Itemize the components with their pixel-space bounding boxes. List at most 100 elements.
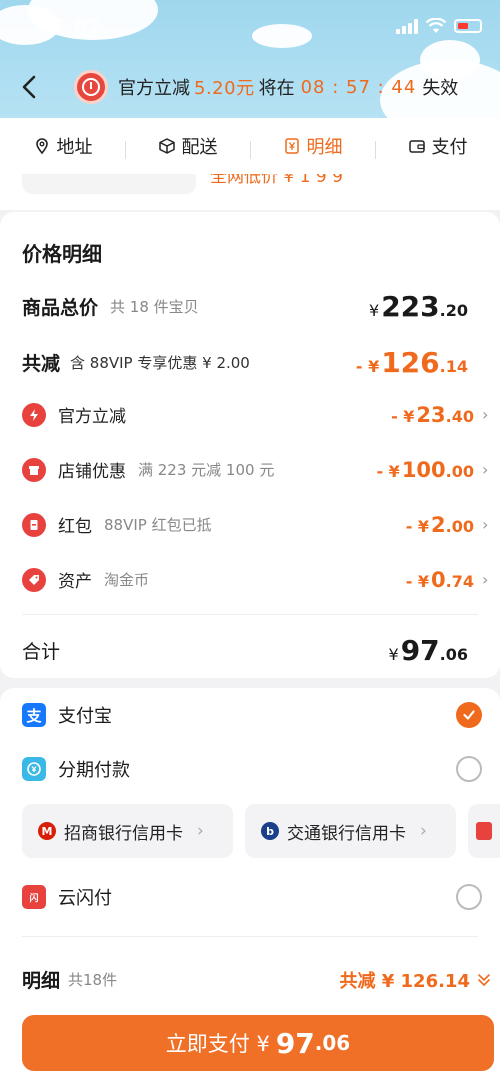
discount-item-shop[interactable]: 店铺优惠 满 223 元减 100 元 - ¥ 100 .00 › (22, 457, 492, 482)
promo-countdown-bar: 官方立减 5.20元 将在 08 : 57 : 44 失效 (74, 70, 458, 104)
chevron-right-icon: › (482, 570, 489, 589)
summary-discount-text: 共减 ¥ 126.14 (339, 970, 470, 992)
double-chevron-down-icon (478, 973, 490, 986)
payment-method-installment[interactable]: 分期付款 (22, 756, 482, 782)
header: 15:02 官方立减 5.20元 将在 08 : 57 : 44 失效 (0, 0, 500, 118)
discount-item-official[interactable]: 官方立减 - ¥ 23 .40 › (22, 402, 492, 427)
tab-details[interactable]: 明细 (250, 133, 375, 159)
currency-prefix: - ¥ (405, 571, 430, 591)
lightning-icon (22, 402, 46, 427)
summary-title: 明细 (22, 970, 61, 992)
value-decimal: .14 (439, 357, 468, 376)
discount-value: - ¥ 0 .74 (406, 568, 474, 592)
selected-check-icon[interactable] (456, 702, 482, 728)
discount-value: - ¥ 2 .00 (406, 513, 474, 537)
discount-label: 红包 (58, 517, 92, 537)
payment-method-quickpass[interactable]: 闪 云闪付 (22, 884, 482, 910)
bank-card-bocom[interactable]: b 交通银行信用卡 › (245, 804, 456, 858)
chevron-right-icon: › (420, 821, 427, 841)
yen-receipt-icon (284, 138, 299, 154)
bank-card-cmb[interactable]: M 招商银行信用卡 › (22, 804, 233, 858)
total-discount-note: 含 88VIP 专享优惠 ¥ 2.00 (70, 354, 250, 372)
promo-middle-text: 将在 (258, 78, 295, 99)
order-summary-bar[interactable]: 明细 共18件 共减 ¥ 126.14 (22, 966, 492, 993)
promo-countdown: 08 : 57 : 44 (300, 76, 417, 98)
red-packet-icon (22, 512, 46, 537)
previous-card-clipped-price: 全网低价 ¥ 1 9 9 (210, 174, 343, 187)
wifi-icon (426, 18, 446, 33)
discount-label: 官方立减 (58, 407, 126, 427)
total-goods-count: 共 18 件宝贝 (110, 298, 199, 316)
currency-prefix: - ¥ (391, 406, 415, 426)
discount-label: 资产 (58, 572, 92, 592)
tab-label: 支付 (431, 137, 468, 158)
value-decimal: .00 (445, 461, 474, 481)
pay-amount-decimal: .06 (314, 1031, 351, 1055)
tab-label: 配送 (181, 137, 218, 158)
discount-value: - ¥ 23 .40 (391, 403, 474, 427)
package-icon (158, 138, 175, 154)
pay-now-button[interactable]: 立即支付 ¥ 97 .06 (22, 1015, 494, 1071)
summary-discount: 共减 ¥ 126.14 (339, 967, 492, 993)
discount-note: 淘金币 (104, 571, 150, 589)
value-integer: 2 (431, 512, 446, 537)
discount-note: 88VIP 红包已抵 (104, 516, 212, 534)
radio-button[interactable] (456, 756, 482, 782)
bank-card-more[interactable] (468, 804, 500, 858)
alipay-icon: 支 (22, 703, 46, 727)
payment-method-alipay[interactable]: 支 支付宝 (22, 702, 482, 728)
shop-icon (22, 457, 46, 482)
currency-symbol: ¥ (388, 645, 399, 664)
bank-card-options: M 招商银行信用卡 › b 交通银行信用卡 › (22, 804, 500, 858)
total-discount-value: - ¥ 126 .14 (356, 346, 468, 379)
value-decimal: .00 (445, 516, 474, 536)
pay-amount-integer: 97 (275, 1026, 315, 1060)
chevron-right-icon: › (482, 405, 489, 424)
stopwatch-icon (74, 70, 108, 104)
value-integer: 100 (401, 457, 446, 482)
status-time: 15:02 (40, 16, 101, 38)
grand-total-label: 合计 (22, 641, 61, 663)
wallet-icon (408, 140, 425, 153)
tab-address[interactable]: 地址 (0, 133, 125, 159)
total-goods-label: 商品总价 (22, 297, 99, 319)
discount-note: 满 223 元减 100 元 (138, 461, 275, 479)
tab-payment[interactable]: 支付 (375, 133, 500, 159)
tab-label: 地址 (56, 137, 93, 158)
grand-total-row: 合计 ¥ 97 .06 (22, 634, 492, 667)
tab-delivery[interactable]: 配送 (125, 133, 250, 159)
discount-item-assets[interactable]: 资产 淘金币 - ¥ 0 .74 › (22, 567, 492, 592)
currency-prefix: - ¥ (355, 357, 380, 376)
installment-icon (22, 757, 46, 781)
price-detail-card: 价格明细 商品总价 共 18 件宝贝 ¥ 223 .20 共减 含 88VIP … (0, 212, 500, 678)
discount-item-red-packet[interactable]: 红包 88VIP 红包已抵 - ¥ 2 .00 › (22, 512, 492, 537)
battery-icon (454, 19, 482, 33)
cmb-bank-icon: M (38, 822, 56, 840)
divider (22, 936, 478, 937)
value-decimal: .74 (445, 571, 474, 591)
discount-value: - ¥ 100 .00 (376, 458, 474, 482)
value-decimal: .40 (445, 406, 474, 426)
payment-method-label: 分期付款 (58, 760, 130, 781)
bank-card-label: 交通银行信用卡 (287, 823, 406, 844)
chevron-right-icon: › (482, 460, 489, 479)
payment-method-label: 云闪付 (58, 888, 112, 909)
total-goods-value: ¥ 223 .20 (369, 290, 468, 323)
status-icons (396, 18, 482, 34)
promo-suffix: 失效 (422, 78, 459, 99)
value-decimal: .20 (439, 301, 468, 320)
payment-method-label: 支付宝 (58, 706, 112, 727)
bank-card-label: 招商银行信用卡 (64, 823, 183, 844)
section-title: 价格明细 (22, 242, 102, 266)
back-button[interactable] (14, 72, 44, 102)
discount-label: 店铺优惠 (58, 462, 126, 482)
unionpay-quickpass-icon: 闪 (22, 885, 46, 909)
section-nav: 地址 配送 明细 支付 (0, 118, 500, 174)
radio-button[interactable] (456, 884, 482, 910)
total-discount-row: 共减 含 88VIP 专享优惠 ¥ 2.00 - ¥ 126 .14 (22, 346, 492, 379)
promo-amount: 5.20元 (194, 78, 255, 99)
signal-icon (396, 18, 418, 34)
tag-icon (22, 567, 46, 592)
previous-card-block (22, 174, 196, 194)
summary-count: 共18件 (68, 971, 118, 989)
